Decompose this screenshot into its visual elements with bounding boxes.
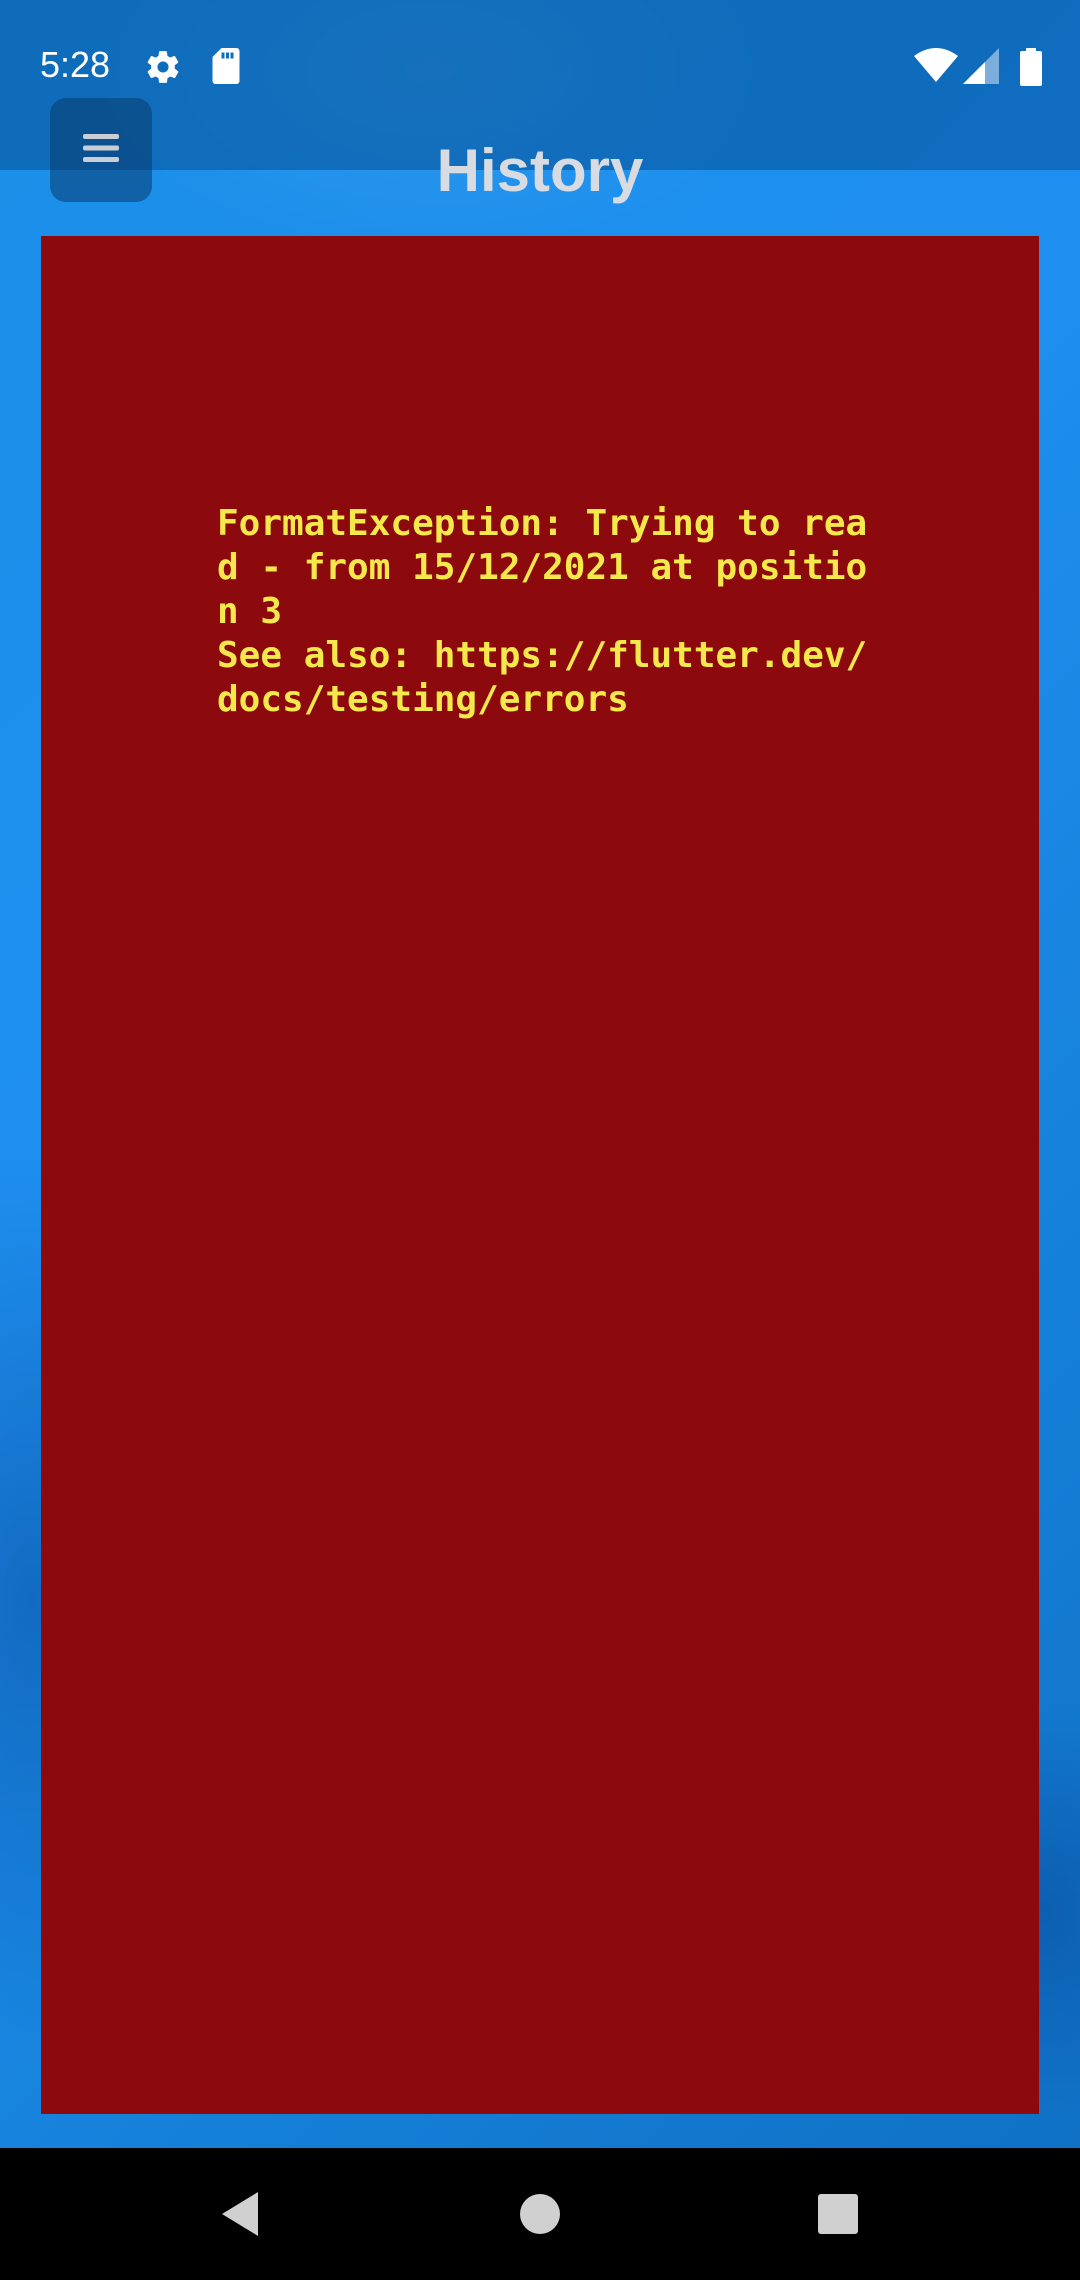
wifi-icon	[914, 48, 958, 89]
error-message: FormatException: Trying to read - from 1…	[217, 503, 868, 720]
signal-icon	[963, 48, 999, 89]
screen: 5:28 History FormatException: Trying to …	[0, 0, 1080, 2280]
recents-button[interactable]	[808, 2184, 868, 2244]
home-button[interactable]	[510, 2184, 570, 2244]
gear-icon	[144, 48, 182, 91]
error-panel: FormatException: Trying to read - from 1…	[41, 236, 1039, 2114]
back-button[interactable]	[210, 2184, 270, 2244]
status-time: 5:28	[40, 44, 111, 85]
navigation-bar	[0, 2148, 1080, 2280]
page-title: History	[436, 137, 644, 204]
sdcard-icon	[210, 48, 242, 89]
back-icon	[222, 2192, 258, 2236]
recents-icon	[818, 2194, 858, 2234]
home-icon	[520, 2194, 560, 2234]
battery-icon	[1020, 48, 1042, 91]
